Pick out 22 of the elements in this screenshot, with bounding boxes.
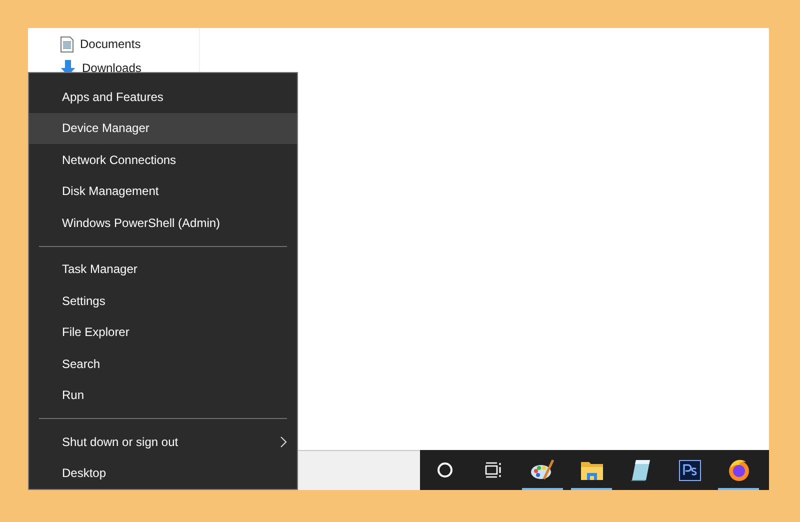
ps-icon (678, 460, 700, 480)
menu-item[interactable]: File Explorer (29, 316, 297, 348)
nav-item[interactable]: Documents (60, 32, 199, 56)
menu-item[interactable]: Apps and Features (29, 81, 297, 112)
menu-item[interactable]: Shut down or sign out (29, 426, 297, 458)
menu-item[interactable]: Search (29, 348, 297, 380)
menu-item[interactable]: Task Manager (29, 254, 297, 285)
palette-icon (530, 459, 554, 481)
circle-icon (436, 462, 452, 478)
menu-item[interactable]: Disk Management (29, 176, 297, 207)
running-indicator (571, 488, 612, 490)
menu-item[interactable]: Windows PowerShell (Admin) (29, 207, 297, 238)
menu-item[interactable]: Desktop (29, 458, 297, 489)
menu-item[interactable]: Run (29, 380, 297, 411)
running-indicator (718, 488, 759, 490)
running-indicator (522, 488, 563, 490)
menu-item[interactable]: Device Manager (29, 112, 297, 144)
task-view-icon (485, 462, 502, 478)
menu-item[interactable]: Network Connections (29, 144, 297, 176)
menu-item[interactable]: Settings (29, 285, 297, 316)
document-icon (60, 36, 74, 52)
folder-icon (580, 460, 602, 480)
